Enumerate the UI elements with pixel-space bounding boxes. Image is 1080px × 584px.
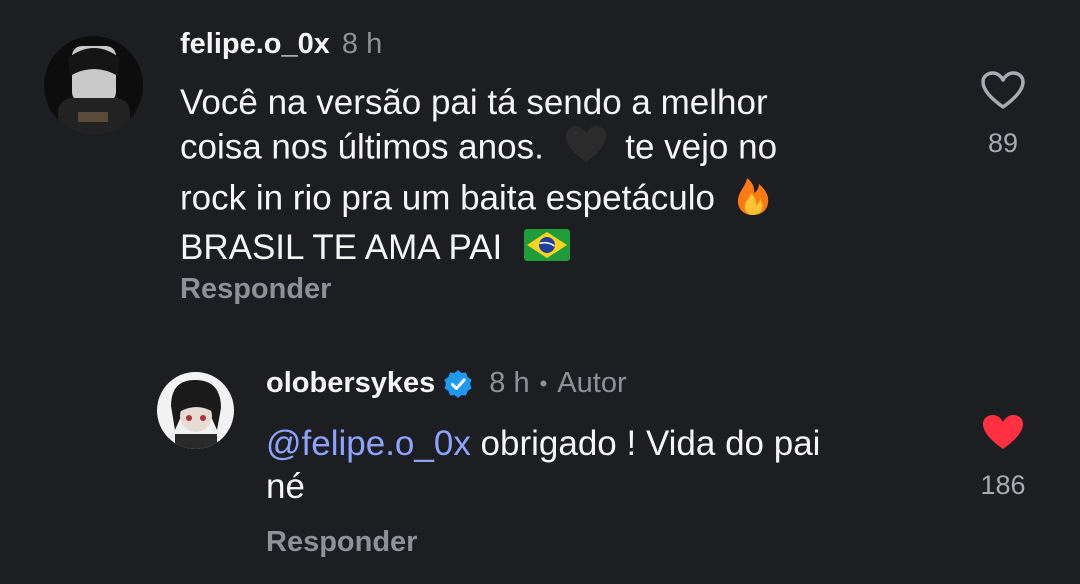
reply-comment: olobersykes 8 h • Autor @felipe.o_0x obr… <box>0 340 1080 584</box>
mention-link[interactable]: @felipe.o_0x <box>266 424 471 463</box>
comment-meta: felipe.o_0x 8 h <box>180 28 382 61</box>
comment-line-part: rock in rio pra um baita espetáculo <box>180 178 715 218</box>
like-button[interactable]: 89 <box>978 70 1028 159</box>
like-count: 89 <box>987 128 1019 158</box>
username[interactable]: felipe.o_0x <box>180 28 330 61</box>
timestamp: 8 h <box>341 28 383 60</box>
comment-line: BRASIL TE AMA PAI <box>180 226 777 271</box>
avatar[interactable] <box>44 36 143 135</box>
reply-text: @felipe.o_0x obrigado ! Vida do pai né <box>266 422 820 508</box>
comment-line: rock in rio pra um baita espetáculo <box>180 174 777 226</box>
comment-line-part: BRASIL TE AMA PAI <box>180 228 503 267</box>
reply-line-part: obrigado ! Vida do pai <box>470 424 821 463</box>
avatar[interactable] <box>157 372 234 449</box>
comment-line: Você na versão pai tá sendo a melhor <box>180 83 768 122</box>
separator-dot: • <box>539 370 548 396</box>
timestamp: 8 h <box>489 367 530 399</box>
reply-button[interactable]: Responder <box>180 273 331 306</box>
verified-badge-icon <box>443 369 473 399</box>
like-button[interactable]: 186 <box>973 412 1033 501</box>
comment-text: Você na versão pai tá sendo a melhor coi… <box>180 81 777 271</box>
brazil-flag-emoji <box>524 228 570 271</box>
username[interactable]: olobersykes <box>266 367 435 400</box>
reply-button[interactable]: Responder <box>266 526 417 559</box>
reply-line: né <box>266 467 305 506</box>
heart-outline-icon <box>981 71 1025 109</box>
reply-line: @felipe.o_0x obrigado ! Vida do pai <box>266 422 820 465</box>
comment-line-part: coisa nos últimos anos. <box>180 127 544 167</box>
reply-meta: olobersykes 8 h • Autor <box>266 367 627 400</box>
fire-emoji <box>735 174 771 226</box>
comments-thread: felipe.o_0x 8 h Você na versão pai tá se… <box>0 0 1080 584</box>
black-heart-emoji <box>564 124 608 174</box>
comment-line-part: te vejo no <box>625 127 778 167</box>
heart-filled-icon <box>983 415 1023 449</box>
author-label: Autor <box>557 367 627 399</box>
comment-line: coisa nos últimos anos. te vejo no <box>180 124 777 174</box>
like-count: 186 <box>980 470 1026 500</box>
comment: felipe.o_0x 8 h Você na versão pai tá se… <box>0 0 1080 320</box>
